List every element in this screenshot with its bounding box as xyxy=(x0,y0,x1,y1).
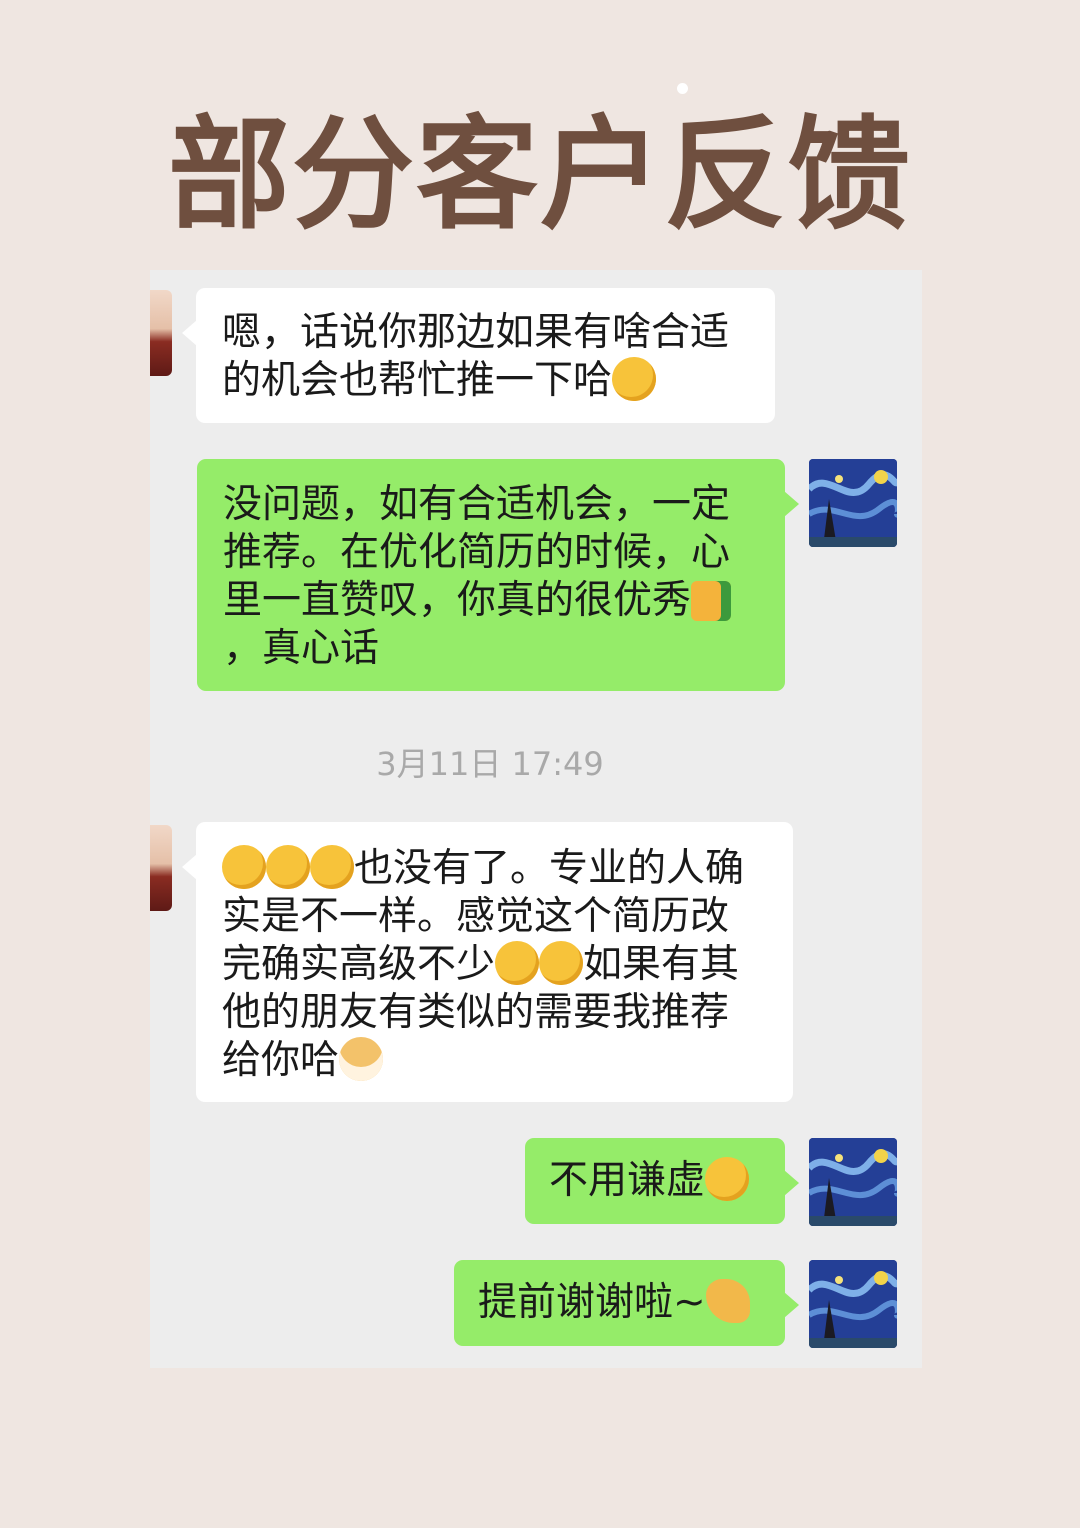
message-bubble-incoming[interactable]: 也没有了。专业的人确实是不一样。感觉这个简历改完确实高级不少 如果有其他的朋友有类… xyxy=(182,822,793,1102)
my-avatar[interactable] xyxy=(809,1138,897,1226)
thumbs-up-icon xyxy=(691,581,732,621)
message-bubble-outgoing[interactable]: 提前谢谢啦~ xyxy=(454,1260,799,1346)
smirk-face-icon xyxy=(612,357,657,401)
message-bubble-outgoing[interactable]: 没问题，如有合适机会，一定推荐。在优化简历的时候，心里一直赞叹，你真的很优秀，真… xyxy=(197,459,799,691)
ok-hand-icon xyxy=(705,1279,750,1323)
message-text: 不用谦虚 xyxy=(549,1158,706,1203)
my-avatar[interactable] xyxy=(809,459,897,547)
message-text: 提前谢谢啦~ xyxy=(478,1280,706,1325)
facepalm-icon xyxy=(310,845,354,889)
message-text: 没问题，如有合适机会，一定推荐。在优化简历的时候，心里一直赞叹，你真的很优秀 xyxy=(223,482,731,623)
message-bubble-incoming[interactable]: 嗯，话说你那边如果有啥合适的机会也帮忙推一下哈 xyxy=(182,288,775,423)
message-bubble-outgoing[interactable]: 不用谦虚 xyxy=(525,1138,799,1224)
page-title: 部分客户反馈 xyxy=(168,104,912,246)
facepalm-icon xyxy=(222,845,266,889)
smirk-face-icon xyxy=(495,941,540,985)
facepalm-icon xyxy=(266,845,310,889)
contact-avatar[interactable] xyxy=(150,290,172,376)
my-avatar[interactable] xyxy=(809,1260,897,1348)
smirk-face-icon xyxy=(539,941,584,985)
doge-icon xyxy=(339,1037,384,1081)
message-text-tail: ，真心话 xyxy=(223,626,380,671)
decorative-dot xyxy=(677,83,688,94)
chat-timestamp: 3月11日 17:49 xyxy=(376,745,604,783)
grin-face-icon xyxy=(705,1157,750,1201)
contact-avatar[interactable] xyxy=(150,825,172,911)
